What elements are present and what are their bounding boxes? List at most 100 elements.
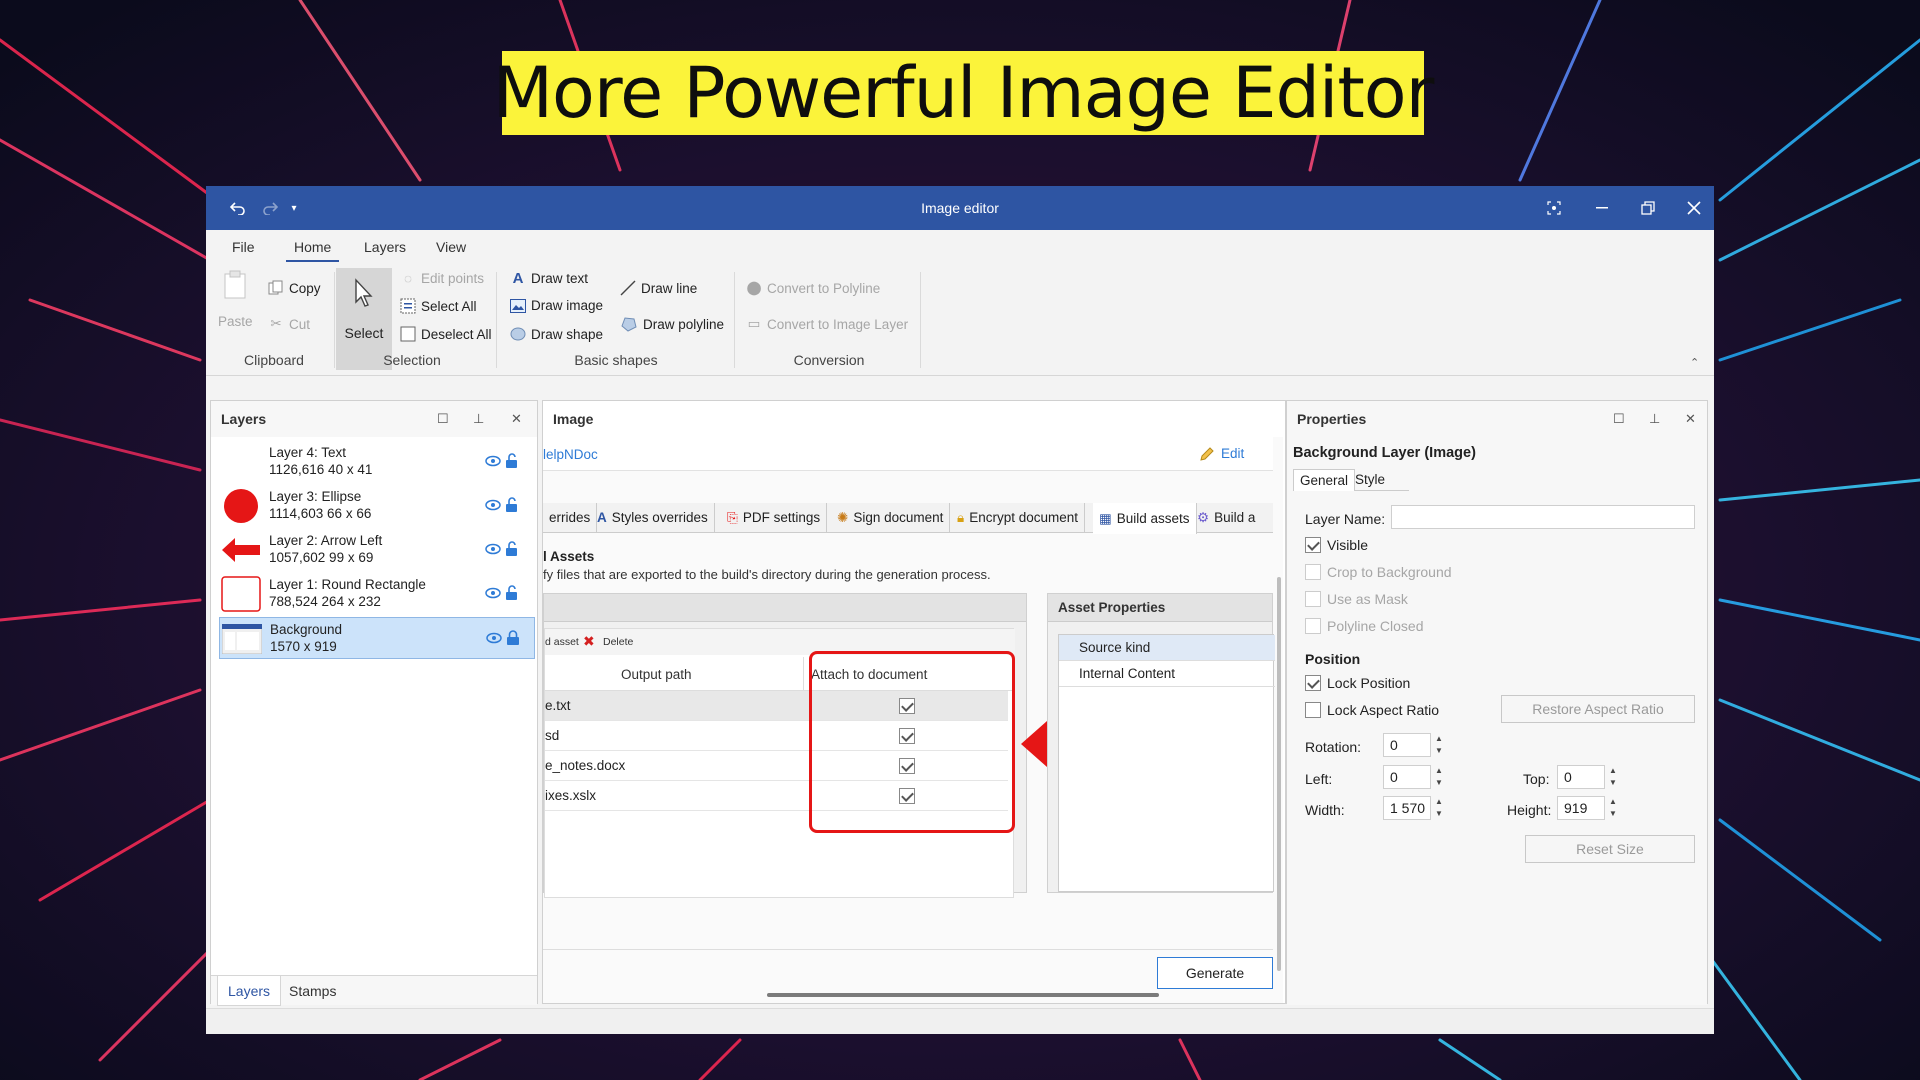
draw-shape-button[interactable]: Draw shape bbox=[510, 326, 603, 342]
reset-size-button[interactable]: Reset Size bbox=[1525, 835, 1695, 863]
layer-name-input[interactable] bbox=[1391, 505, 1695, 529]
tab-styles-overrides[interactable]: A Styles overrides bbox=[591, 503, 715, 533]
eye-icon[interactable] bbox=[485, 587, 501, 599]
add-asset-button[interactable]: d asset bbox=[545, 636, 579, 648]
layer-meta: 1057,602 99 x 69 bbox=[269, 550, 374, 565]
unlock-icon[interactable] bbox=[505, 497, 519, 513]
draw-text-label: Draw text bbox=[531, 270, 589, 286]
top-label: Top: bbox=[1523, 771, 1550, 787]
tab-stamps[interactable]: Stamps bbox=[279, 976, 346, 1006]
layers-panel-title: Layers bbox=[211, 401, 537, 437]
eye-icon[interactable] bbox=[485, 455, 501, 467]
edit-button[interactable]: Edit bbox=[1199, 446, 1244, 462]
doc-link[interactable]: lelpNDoc bbox=[543, 447, 598, 462]
width-stepper[interactable]: ▲ ▼ bbox=[1431, 796, 1447, 820]
eye-icon[interactable] bbox=[485, 543, 501, 555]
property-row[interactable]: Source kind bbox=[1059, 635, 1275, 661]
close-panel-icon[interactable]: ✕ bbox=[1685, 411, 1696, 427]
image-canvas[interactable]: lelpNDoc Edit errides A Styles overrides … bbox=[543, 437, 1283, 1003]
deselect-all-button[interactable]: Deselect All bbox=[400, 326, 492, 342]
use-as-mask-checkbox[interactable] bbox=[1305, 591, 1321, 607]
pointer-icon bbox=[355, 278, 373, 307]
tab-layers[interactable]: Layers bbox=[217, 976, 282, 1006]
lock-aspect-ratio-checkbox[interactable] bbox=[1305, 702, 1321, 718]
column-output-path[interactable]: Output path bbox=[621, 667, 692, 682]
horizontal-scrollbar[interactable] bbox=[767, 993, 1159, 997]
edit-points-button[interactable]: ◌ Edit points bbox=[400, 270, 484, 286]
layer-item[interactable]: Layer 1: Round Rectangle 788,524 264 x 2… bbox=[219, 573, 535, 615]
layer-item[interactable]: Layer 2: Arrow Left 1057,602 99 x 69 bbox=[219, 529, 535, 571]
layer-item[interactable]: Layer 3: Ellipse 1114,603 66 x 66 bbox=[219, 485, 535, 527]
property-row[interactable]: Internal Content bbox=[1059, 661, 1275, 687]
lock-icon[interactable] bbox=[506, 630, 520, 646]
restore-icon[interactable] bbox=[1630, 186, 1666, 230]
copy-button[interactable]: Copy bbox=[268, 280, 321, 296]
shape-icon bbox=[510, 327, 526, 341]
unlock-icon[interactable] bbox=[505, 585, 519, 601]
collapse-ribbon-icon[interactable]: ⌃ bbox=[1690, 356, 1699, 369]
convert-to-image-layer-button[interactable]: ▭ Convert to Image Layer bbox=[746, 316, 908, 332]
tab-general[interactable]: General bbox=[1293, 469, 1356, 491]
paste-button[interactable]: Paste bbox=[218, 270, 253, 329]
left-input[interactable]: 0 bbox=[1383, 765, 1431, 789]
draw-polyline-button[interactable]: Draw polyline bbox=[620, 316, 724, 332]
unlock-icon[interactable] bbox=[505, 541, 519, 557]
pin-icon[interactable]: ⊥ bbox=[473, 411, 484, 427]
section-description: fy files that are exported to the build'… bbox=[543, 567, 991, 582]
tab-encrypt-document[interactable]: 🔒︎ Encrypt document bbox=[951, 503, 1085, 533]
minimize-icon[interactable] bbox=[1584, 186, 1620, 230]
convert-to-polyline-button[interactable]: ⬤ Convert to Polyline bbox=[746, 280, 880, 296]
maximize-panel-icon[interactable]: ☐ bbox=[1613, 411, 1625, 427]
width-input[interactable]: 1 570 bbox=[1383, 796, 1431, 820]
height-input[interactable]: 919 bbox=[1557, 796, 1605, 820]
generate-button[interactable]: Generate bbox=[1157, 957, 1273, 989]
vertical-scrollbar[interactable] bbox=[1277, 577, 1281, 971]
pin-icon[interactable]: ⊥ bbox=[1649, 411, 1660, 427]
maximize-panel-icon[interactable]: ☐ bbox=[437, 411, 449, 427]
clipboard-group-label: Clipboard bbox=[244, 352, 304, 368]
cut-icon: ✂ bbox=[270, 316, 282, 331]
screenshot-icon[interactable] bbox=[1536, 186, 1572, 230]
tab-pdf-settings[interactable]: ⎘ PDF settings bbox=[721, 503, 828, 533]
delete-icon[interactable]: ✖ bbox=[583, 633, 595, 650]
unlock-icon[interactable] bbox=[505, 453, 519, 469]
crop-to-background-checkbox[interactable] bbox=[1305, 564, 1321, 580]
close-panel-icon[interactable]: ✕ bbox=[511, 411, 522, 427]
layer-item-selected[interactable]: Background 1570 x 919 bbox=[219, 617, 535, 659]
eye-icon[interactable] bbox=[485, 499, 501, 511]
quick-access-dropdown-icon[interactable]: ▾ bbox=[286, 186, 302, 230]
tab-build-assets[interactable]: ▦ Build assets bbox=[1093, 503, 1197, 534]
eye-icon[interactable] bbox=[486, 632, 502, 644]
tab-sign-document[interactable]: ✺ Sign document bbox=[831, 503, 951, 533]
tab-build[interactable]: ⚙ Build a bbox=[1191, 503, 1261, 533]
visible-checkbox[interactable] bbox=[1305, 537, 1321, 553]
cut-button[interactable]: ✂ Cut bbox=[268, 316, 310, 332]
restore-aspect-ratio-button[interactable]: Restore Aspect Ratio bbox=[1501, 695, 1695, 723]
menu-view[interactable]: View bbox=[428, 230, 474, 264]
height-label: Height: bbox=[1507, 802, 1552, 818]
layer-thumbnail bbox=[222, 622, 262, 656]
height-stepper[interactable]: ▲ ▼ bbox=[1605, 796, 1621, 820]
rotation-stepper[interactable]: ▲ ▼ bbox=[1431, 733, 1447, 757]
rotation-input[interactable]: 0 bbox=[1383, 733, 1431, 757]
menu-file[interactable]: File bbox=[224, 230, 263, 264]
layer-item[interactable]: Layer 4: Text 1126,616 40 x 41 bbox=[219, 441, 535, 483]
draw-image-button[interactable]: Draw image bbox=[510, 298, 603, 313]
polyline-closed-checkbox[interactable] bbox=[1305, 618, 1321, 634]
draw-line-button[interactable]: Draw line bbox=[620, 280, 697, 296]
draw-text-button[interactable]: A Draw text bbox=[510, 270, 589, 287]
close-icon[interactable] bbox=[1676, 186, 1712, 230]
ribbon-separator bbox=[496, 272, 497, 368]
delete-button[interactable]: Delete bbox=[603, 636, 633, 648]
top-input[interactable]: 0 bbox=[1557, 765, 1605, 789]
tab-style[interactable]: Style bbox=[1349, 469, 1391, 491]
lock-position-checkbox[interactable] bbox=[1305, 675, 1321, 691]
tab-overrides[interactable]: errides bbox=[543, 503, 598, 533]
redo-icon[interactable] bbox=[258, 186, 282, 230]
undo-icon[interactable] bbox=[226, 186, 250, 230]
top-stepper[interactable]: ▲ ▼ bbox=[1605, 765, 1621, 789]
menu-layers[interactable]: Layers bbox=[356, 230, 414, 264]
select-all-button[interactable]: Select All bbox=[400, 298, 477, 314]
left-stepper[interactable]: ▲ ▼ bbox=[1431, 765, 1447, 789]
menu-home[interactable]: Home bbox=[286, 230, 340, 262]
